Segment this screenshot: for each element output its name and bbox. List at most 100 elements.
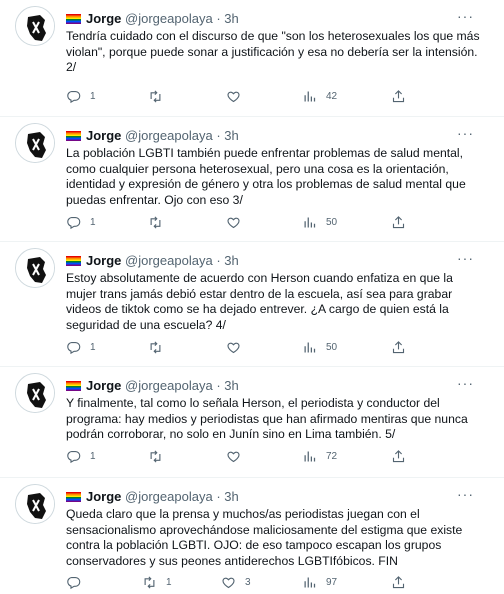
like-icon bbox=[227, 451, 240, 462]
views-icon bbox=[304, 217, 316, 227]
like-button[interactable] bbox=[226, 338, 250, 356]
tweet-actions: 1 72 bbox=[66, 447, 486, 465]
tweet-text: Estoy absolutamente de acuerdo con Herso… bbox=[66, 271, 453, 333]
share-icon bbox=[392, 575, 405, 588]
more-icon[interactable]: ··· bbox=[457, 8, 474, 24]
like-button[interactable] bbox=[226, 87, 250, 105]
share-icon bbox=[392, 449, 405, 462]
reply-count: 1 bbox=[90, 216, 96, 228]
reply-button[interactable]: 1 bbox=[66, 338, 96, 356]
author-handle[interactable]: @jorgeapolaya bbox=[125, 128, 213, 143]
views-count: 72 bbox=[326, 450, 338, 462]
retweet-icon bbox=[150, 340, 161, 354]
reply-count: 1 bbox=[90, 90, 96, 102]
tweet[interactable]: Jorge @jorgeapolaya · 3h ··· Estoy absol… bbox=[0, 242, 504, 367]
views-button[interactable]: 42 bbox=[302, 87, 337, 105]
reply-button[interactable]: 1 bbox=[66, 447, 96, 465]
views-count: 97 bbox=[326, 576, 338, 588]
views-button[interactable]: 50 bbox=[302, 213, 337, 231]
like-icon bbox=[227, 217, 240, 228]
share-button[interactable] bbox=[391, 338, 406, 356]
retweet-button[interactable]: 1 bbox=[142, 573, 172, 591]
reply-count: 1 bbox=[90, 341, 96, 353]
views-icon bbox=[304, 577, 316, 587]
views-count: 42 bbox=[326, 90, 338, 102]
separator: · bbox=[216, 378, 221, 393]
rainbow-flag-icon bbox=[66, 256, 81, 266]
share-button[interactable] bbox=[391, 87, 406, 105]
more-icon[interactable]: ··· bbox=[457, 250, 474, 266]
reply-icon bbox=[67, 341, 81, 354]
timestamp[interactable]: 3h bbox=[224, 253, 238, 268]
rainbow-flag-icon bbox=[66, 14, 81, 24]
more-icon[interactable]: ··· bbox=[457, 125, 474, 141]
author-handle[interactable]: @jorgeapolaya bbox=[125, 253, 213, 268]
views-count: 50 bbox=[326, 341, 338, 353]
share-icon bbox=[392, 89, 405, 102]
like-count: 3 bbox=[245, 576, 251, 588]
retweet-icon bbox=[150, 89, 161, 103]
tweet-actions: 1 3 97 bbox=[66, 573, 486, 591]
author-handle[interactable]: @jorgeapolaya bbox=[125, 378, 213, 393]
avatar[interactable] bbox=[15, 123, 55, 163]
like-icon bbox=[227, 342, 240, 353]
reply-icon bbox=[67, 90, 81, 103]
retweet-button[interactable] bbox=[148, 338, 172, 356]
share-button[interactable] bbox=[391, 573, 406, 591]
separator: · bbox=[216, 253, 221, 268]
retweet-icon bbox=[150, 449, 161, 463]
tweet-text: Queda claro que la prensa y muchos/as pe… bbox=[66, 507, 463, 569]
rainbow-flag-icon bbox=[66, 381, 81, 391]
author-name[interactable]: Jorge bbox=[86, 489, 121, 504]
share-button[interactable] bbox=[391, 213, 406, 231]
author-name[interactable]: Jorge bbox=[86, 128, 121, 143]
author-handle[interactable]: @jorgeapolaya bbox=[125, 489, 213, 504]
tweet[interactable]: Jorge @jorgeapolaya · 3h ··· La població… bbox=[0, 117, 504, 242]
tweet-header: Jorge @jorgeapolaya · 3h bbox=[66, 378, 239, 394]
separator: · bbox=[216, 489, 221, 504]
reply-icon bbox=[67, 576, 81, 589]
author-name[interactable]: Jorge bbox=[86, 253, 121, 268]
retweet-button[interactable] bbox=[148, 213, 172, 231]
rainbow-flag-icon bbox=[66, 492, 81, 502]
tweet-header: Jorge @jorgeapolaya · 3h bbox=[66, 128, 239, 144]
reply-button[interactable]: 1 bbox=[66, 87, 96, 105]
author-name[interactable]: Jorge bbox=[86, 11, 121, 26]
more-icon[interactable]: ··· bbox=[457, 486, 474, 502]
retweet-button[interactable] bbox=[148, 447, 172, 465]
tweet[interactable]: Jorge @jorgeapolaya · 3h ··· Tendría cui… bbox=[0, 0, 504, 117]
views-button[interactable]: 97 bbox=[302, 573, 337, 591]
timestamp[interactable]: 3h bbox=[224, 11, 238, 26]
reply-button[interactable] bbox=[66, 573, 90, 591]
retweet-icon bbox=[150, 215, 161, 229]
share-button[interactable] bbox=[391, 447, 406, 465]
more-icon[interactable]: ··· bbox=[457, 375, 474, 391]
like-button[interactable] bbox=[226, 213, 250, 231]
like-icon bbox=[222, 577, 235, 588]
avatar[interactable] bbox=[15, 248, 55, 288]
views-icon bbox=[304, 91, 316, 101]
like-button[interactable] bbox=[226, 447, 250, 465]
timestamp[interactable]: 3h bbox=[224, 378, 238, 393]
like-icon bbox=[227, 91, 240, 102]
avatar[interactable] bbox=[15, 6, 55, 46]
tweet[interactable]: Jorge @jorgeapolaya · 3h ··· Queda claro… bbox=[0, 478, 504, 594]
views-button[interactable]: 72 bbox=[302, 447, 337, 465]
tweet[interactable]: Jorge @jorgeapolaya · 3h ··· Y finalment… bbox=[0, 367, 504, 478]
reply-button[interactable]: 1 bbox=[66, 213, 96, 231]
timestamp[interactable]: 3h bbox=[224, 128, 238, 143]
author-handle[interactable]: @jorgeapolaya bbox=[125, 11, 213, 26]
retweet-count: 1 bbox=[166, 576, 172, 588]
share-icon bbox=[392, 340, 405, 353]
avatar[interactable] bbox=[15, 373, 55, 413]
tweet-text: La población LGBTI también puede enfrent… bbox=[66, 146, 466, 208]
retweet-icon bbox=[144, 575, 155, 589]
avatar[interactable] bbox=[15, 484, 55, 524]
author-name[interactable]: Jorge bbox=[86, 378, 121, 393]
retweet-button[interactable] bbox=[148, 87, 172, 105]
views-button[interactable]: 50 bbox=[302, 338, 337, 356]
tweet-actions: 1 42 bbox=[66, 87, 486, 105]
timestamp[interactable]: 3h bbox=[224, 489, 238, 504]
tweet-text: Tendría cuidado con el discurso de que "… bbox=[66, 29, 480, 75]
like-button[interactable]: 3 bbox=[221, 573, 251, 591]
